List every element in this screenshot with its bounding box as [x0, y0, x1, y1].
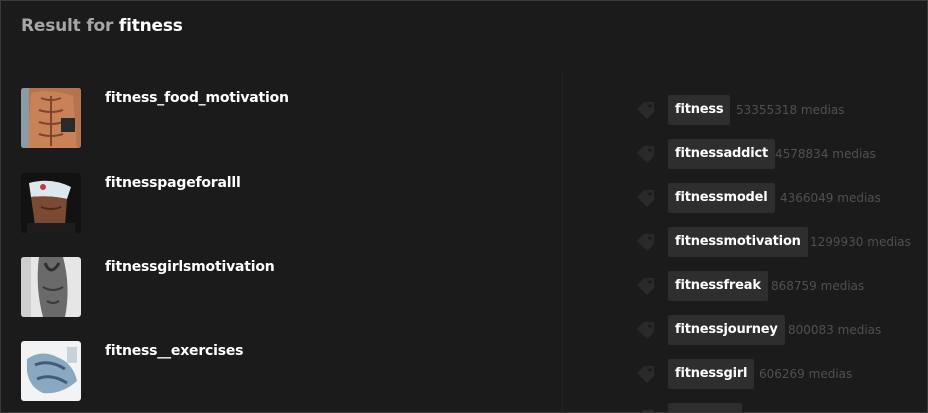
results-heading: Result for fitness [21, 16, 183, 36]
tag-result-item[interactable]: fitnessaddict 4578834 medias [635, 139, 927, 169]
tag-media-count: 868759 medias [771, 279, 865, 293]
avatar[interactable] [21, 341, 81, 401]
tag-media-count: 4578834 medias [775, 147, 876, 161]
avatar[interactable] [21, 88, 81, 148]
tag-result-item[interactable]: fitnessfreak 868759 medias [635, 271, 927, 301]
tag-name[interactable]: fitnessaddict [668, 139, 776, 169]
tag-icon [637, 190, 654, 207]
user-result-item[interactable]: fitness_food_motivation [21, 88, 541, 148]
tag-name[interactable]: fitnessjourney [668, 315, 785, 345]
avatar-photo-icon [21, 341, 81, 401]
tag-name[interactable]: fitnessfreak [668, 271, 768, 301]
tag-result-item[interactable]: fitnessmotivation 1299930 medias [635, 227, 927, 257]
search-results-panel: Result for fitness fitness_food_motivati… [0, 0, 928, 413]
tag-result-item[interactable]: fitnessmodel 4366049 medias [635, 183, 927, 213]
avatar-photo-icon [21, 173, 81, 233]
tag-pill-partial[interactable] [668, 403, 742, 412]
avatar[interactable] [21, 257, 81, 317]
tag-icon [637, 234, 654, 251]
user-result-item[interactable]: fitnessgirlsmotivation [21, 257, 541, 317]
tag-name[interactable]: fitnessmodel [668, 183, 775, 213]
username[interactable]: fitness__exercises [105, 343, 243, 359]
tag-result-item[interactable]: fitness 53355318 medias [635, 95, 927, 125]
username[interactable]: fitness_food_motivation [105, 90, 289, 106]
avatar[interactable] [21, 173, 81, 233]
tag-icon [637, 278, 654, 295]
column-divider [562, 71, 563, 412]
tag-media-count: 800083 medias [788, 323, 882, 337]
results-heading-prefix: Result for [21, 16, 114, 36]
tag-media-count: 4366049 medias [780, 191, 881, 205]
user-result-item[interactable]: fitness__exercises [21, 341, 541, 401]
tag-result-item[interactable]: fitnessjourney 800083 medias [635, 315, 927, 345]
tag-name[interactable]: fitnessgirl [668, 359, 755, 389]
username[interactable]: fitnessgirlsmotivation [105, 259, 275, 275]
tag-media-count: 606269 medias [759, 367, 853, 381]
tag-result-item-partial[interactable] [635, 403, 927, 412]
tag-media-count: 53355318 medias [736, 103, 845, 117]
tag-name[interactable]: fitness [668, 95, 731, 125]
tag-icon [637, 366, 654, 383]
tag-result-item[interactable]: fitnessgirl 606269 medias [635, 359, 927, 389]
avatar-photo-icon [21, 88, 81, 148]
avatar-photo-icon [21, 257, 81, 317]
tag-name[interactable]: fitnessmotivation [668, 227, 808, 257]
tag-icon [637, 102, 654, 119]
tag-media-count: 1299930 medias [810, 235, 911, 249]
tag-icon [637, 146, 654, 163]
tag-icon [642, 410, 654, 412]
user-result-item[interactable]: fitnesspageforalll [21, 173, 541, 233]
username[interactable]: fitnesspageforalll [105, 175, 241, 191]
tag-icon [637, 322, 654, 339]
results-heading-query: fitness [118, 16, 183, 36]
